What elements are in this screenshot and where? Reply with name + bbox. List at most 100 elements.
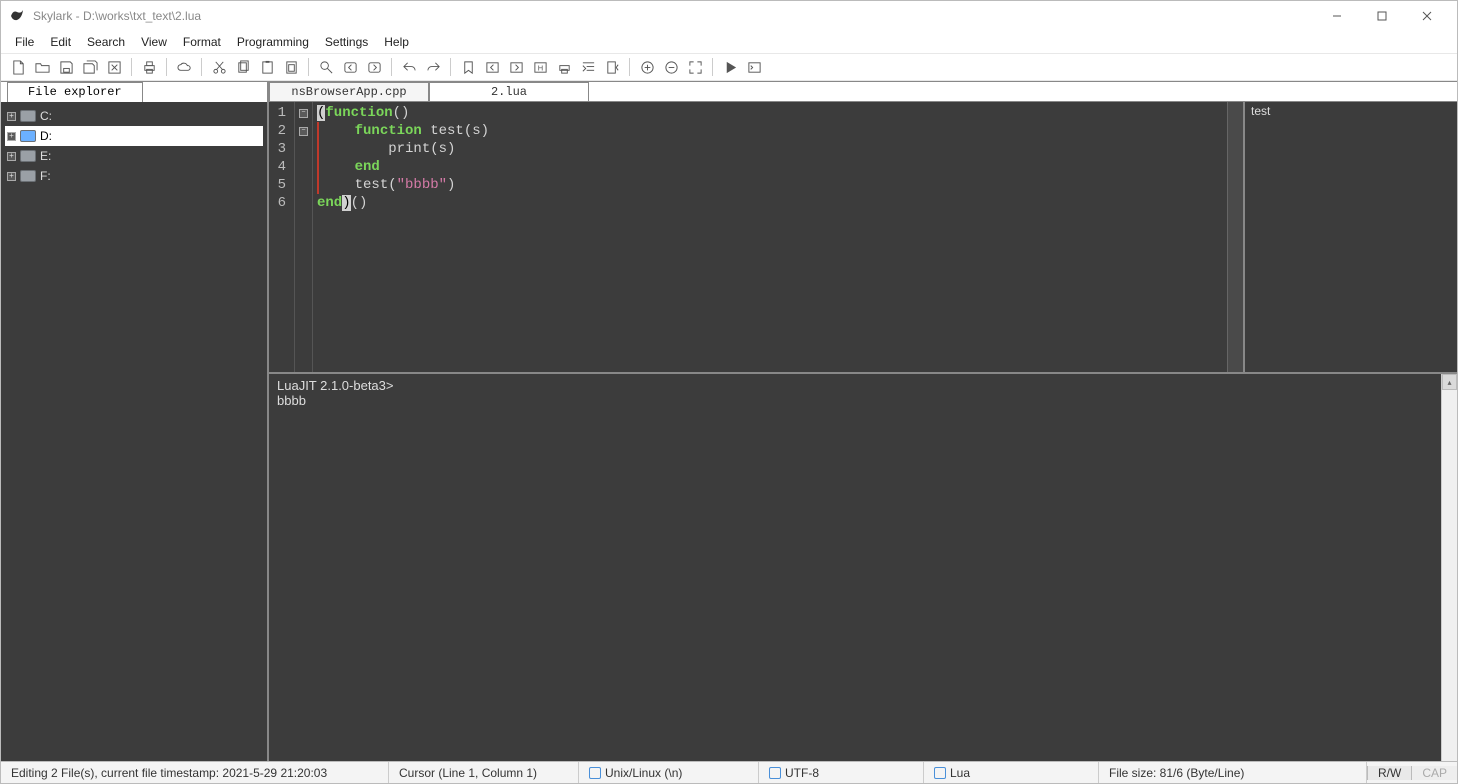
code-line[interactable]: (function() (317, 104, 1223, 122)
lang-icon (934, 767, 946, 779)
toolbar: H (1, 53, 1457, 81)
status-cap-button[interactable]: CAP (1411, 766, 1457, 780)
copy-icon[interactable] (232, 56, 254, 78)
toolbar-separator (712, 58, 713, 76)
cut-icon[interactable] (208, 56, 230, 78)
file-tab-row: nsBrowserApp.cpp2.lua (269, 82, 1457, 102)
drive-label: E: (40, 149, 51, 163)
clipboard-icon[interactable] (280, 56, 302, 78)
scroll-up-icon[interactable]: ▴ (1442, 374, 1457, 390)
undo-icon[interactable] (398, 56, 420, 78)
find-next-icon[interactable] (363, 56, 385, 78)
fold-toggle-icon[interactable]: − (299, 109, 308, 118)
window-title: Skylark - D:\works\txt_text\2.lua (33, 9, 1314, 23)
toolbar-separator (308, 58, 309, 76)
terminal-icon[interactable] (743, 56, 765, 78)
save-icon[interactable] (55, 56, 77, 78)
app-icon (9, 8, 25, 24)
zoom-out-icon[interactable] (660, 56, 682, 78)
encoding-icon (769, 767, 781, 779)
toolbar-separator (629, 58, 630, 76)
code-area[interactable]: (function() function test(s) print(s) en… (313, 102, 1227, 372)
expand-icon[interactable]: + (7, 132, 16, 141)
drive-icon (20, 150, 36, 162)
sidebar-tab-file-explorer[interactable]: File explorer (7, 82, 143, 102)
print-icon[interactable] (138, 56, 160, 78)
minimize-button[interactable] (1314, 1, 1359, 31)
line-number: 1 (271, 104, 286, 122)
drive-item-f[interactable]: + F: (5, 166, 263, 186)
status-bar: Editing 2 File(s), current file timestam… (1, 761, 1457, 783)
status-filesize: File size: 81/6 (Byte/Line) (1099, 762, 1367, 783)
menu-edit[interactable]: Edit (42, 33, 79, 51)
save-all-icon[interactable] (79, 56, 101, 78)
menu-help[interactable]: Help (376, 33, 417, 51)
drive-item-e[interactable]: + E: (5, 146, 263, 166)
line-number: 5 (271, 176, 286, 194)
dedent-icon[interactable] (601, 56, 623, 78)
goto-prev-icon[interactable] (481, 56, 503, 78)
drive-icon (20, 110, 36, 122)
run-icon[interactable] (719, 56, 741, 78)
menu-view[interactable]: View (133, 33, 175, 51)
maximize-button[interactable] (1359, 1, 1404, 31)
close-button[interactable] (1404, 1, 1449, 31)
menu-format[interactable]: Format (175, 33, 229, 51)
fold-toggle-icon[interactable]: − (299, 127, 308, 136)
toolbar-separator (201, 58, 202, 76)
menu-bar: FileEditSearchViewFormatProgrammingSetti… (1, 31, 1457, 53)
expand-icon[interactable]: + (7, 152, 16, 161)
console-scrollbar[interactable]: ▴ (1441, 374, 1457, 761)
menu-programming[interactable]: Programming (229, 33, 317, 51)
indent-icon[interactable] (577, 56, 599, 78)
drive-item-c[interactable]: + C: (5, 106, 263, 126)
editor-scrollbar[interactable] (1227, 102, 1243, 372)
status-editing: Editing 2 File(s), current file timestam… (1, 762, 389, 783)
fold-column[interactable]: −− (295, 102, 313, 372)
redo-icon[interactable] (422, 56, 444, 78)
code-line[interactable]: end)() (317, 194, 1223, 212)
code-editor[interactable]: 123456 −− (function() function test(s) p… (269, 102, 1243, 372)
file-tab[interactable]: 2.lua (429, 82, 589, 101)
find-icon[interactable] (315, 56, 337, 78)
code-line[interactable]: print(s) (317, 140, 1223, 158)
drive-item-d[interactable]: + D: (5, 126, 263, 146)
code-line[interactable]: function test(s) (317, 122, 1223, 140)
menu-search[interactable]: Search (79, 33, 133, 51)
menu-settings[interactable]: Settings (317, 33, 376, 51)
toolbar-separator (131, 58, 132, 76)
open-file-icon[interactable] (31, 56, 53, 78)
file-tab[interactable]: nsBrowserApp.cpp (269, 82, 429, 101)
status-rw-button[interactable]: R/W (1367, 766, 1411, 780)
drive-label: D: (40, 129, 52, 143)
outline-item[interactable]: test (1251, 104, 1451, 118)
line-number: 2 (271, 122, 286, 140)
console-output[interactable]: LuaJIT 2.1.0-beta3> bbbb (269, 374, 1441, 761)
cloud-icon[interactable] (173, 56, 195, 78)
drive-list: + C: + D: + E: + F: (1, 102, 267, 761)
status-encoding[interactable]: UTF-8 (759, 762, 924, 783)
new-file-icon[interactable] (7, 56, 29, 78)
drive-label: F: (40, 169, 51, 183)
find-prev-icon[interactable] (339, 56, 361, 78)
goto-next-icon[interactable] (505, 56, 527, 78)
code-line[interactable]: test("bbbb") (317, 176, 1223, 194)
status-language[interactable]: Lua (924, 762, 1099, 783)
svg-text:H: H (537, 63, 542, 72)
status-eol[interactable]: Unix/Linux (\n) (579, 762, 759, 783)
outline-panel[interactable]: test (1243, 102, 1457, 372)
close-file-icon[interactable] (103, 56, 125, 78)
code-line[interactable]: end (317, 158, 1223, 176)
fullscreen-icon[interactable] (684, 56, 706, 78)
expand-icon[interactable]: + (7, 112, 16, 121)
expand-icon[interactable]: + (7, 172, 16, 181)
bookmark-icon[interactable] (457, 56, 479, 78)
paste-icon[interactable] (256, 56, 278, 78)
drive-label: C: (40, 109, 52, 123)
line-number-gutter: 123456 (269, 102, 295, 372)
zoom-in-icon[interactable] (636, 56, 658, 78)
drive-icon (20, 130, 36, 142)
menu-file[interactable]: File (7, 33, 42, 51)
highlight-icon[interactable]: H (529, 56, 551, 78)
printer-icon[interactable] (553, 56, 575, 78)
